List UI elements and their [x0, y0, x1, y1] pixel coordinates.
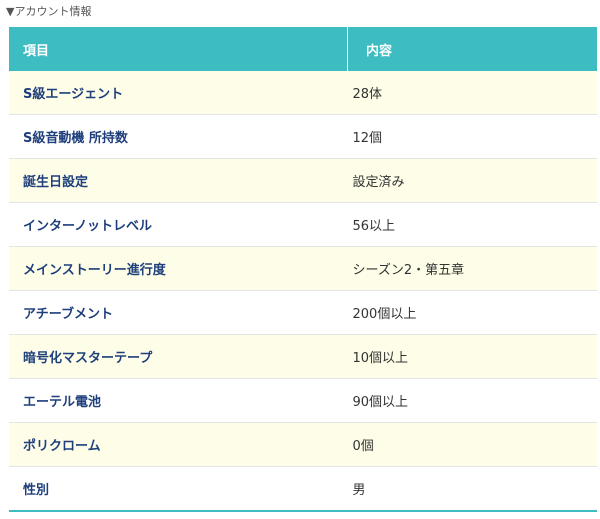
row-value: 90個以上 [347, 378, 597, 423]
row-value: 28体 [347, 71, 597, 115]
row-value: 56以上 [347, 202, 597, 247]
table-row: ポリクローム 0個 [9, 422, 597, 467]
row-label: 誕生日設定 [9, 158, 348, 203]
row-value: シーズン2・第五章 [347, 246, 597, 291]
row-value: 200個以上 [347, 290, 597, 335]
row-label: ポリクローム [9, 422, 348, 467]
row-value: 12個 [347, 114, 597, 159]
row-value: 0個 [347, 422, 597, 467]
table-row: 誕生日設定 設定済み [9, 158, 597, 203]
row-label: S級エージェント [9, 71, 348, 115]
row-label: S級音動機 所持数 [9, 114, 348, 159]
row-label: メインストーリー進行度 [9, 246, 348, 291]
row-value: 設定済み [347, 158, 597, 203]
section-title: ▼アカウント情報 [6, 5, 92, 18]
row-label: エーテル電池 [9, 378, 348, 423]
header-content: 内容 [347, 27, 597, 71]
row-value: 男 [347, 466, 597, 512]
table-row: S級音動機 所持数 12個 [9, 114, 597, 159]
table-row: インターノットレベル 56以上 [9, 202, 597, 247]
table-row: アチーブメント 200個以上 [9, 290, 597, 335]
row-label: 暗号化マスターテープ [9, 334, 348, 379]
table-row: エーテル電池 90個以上 [9, 378, 597, 423]
table-row: S級エージェント 28体 [9, 71, 597, 115]
row-label: アチーブメント [9, 290, 348, 335]
row-label: インターノットレベル [9, 202, 348, 247]
table-header-row: 項目 内容 [9, 27, 597, 71]
table-row: 性別 男 [9, 466, 597, 512]
row-label: 性別 [9, 466, 348, 512]
table-row: メインストーリー進行度 シーズン2・第五章 [9, 246, 597, 291]
header-item: 項目 [9, 27, 348, 71]
account-info-table: 項目 内容 S級エージェント 28体 S級音動機 所持数 12個 誕生日設定 設… [9, 27, 597, 512]
table-row: 暗号化マスターテープ 10個以上 [9, 334, 597, 379]
row-value: 10個以上 [347, 334, 597, 379]
